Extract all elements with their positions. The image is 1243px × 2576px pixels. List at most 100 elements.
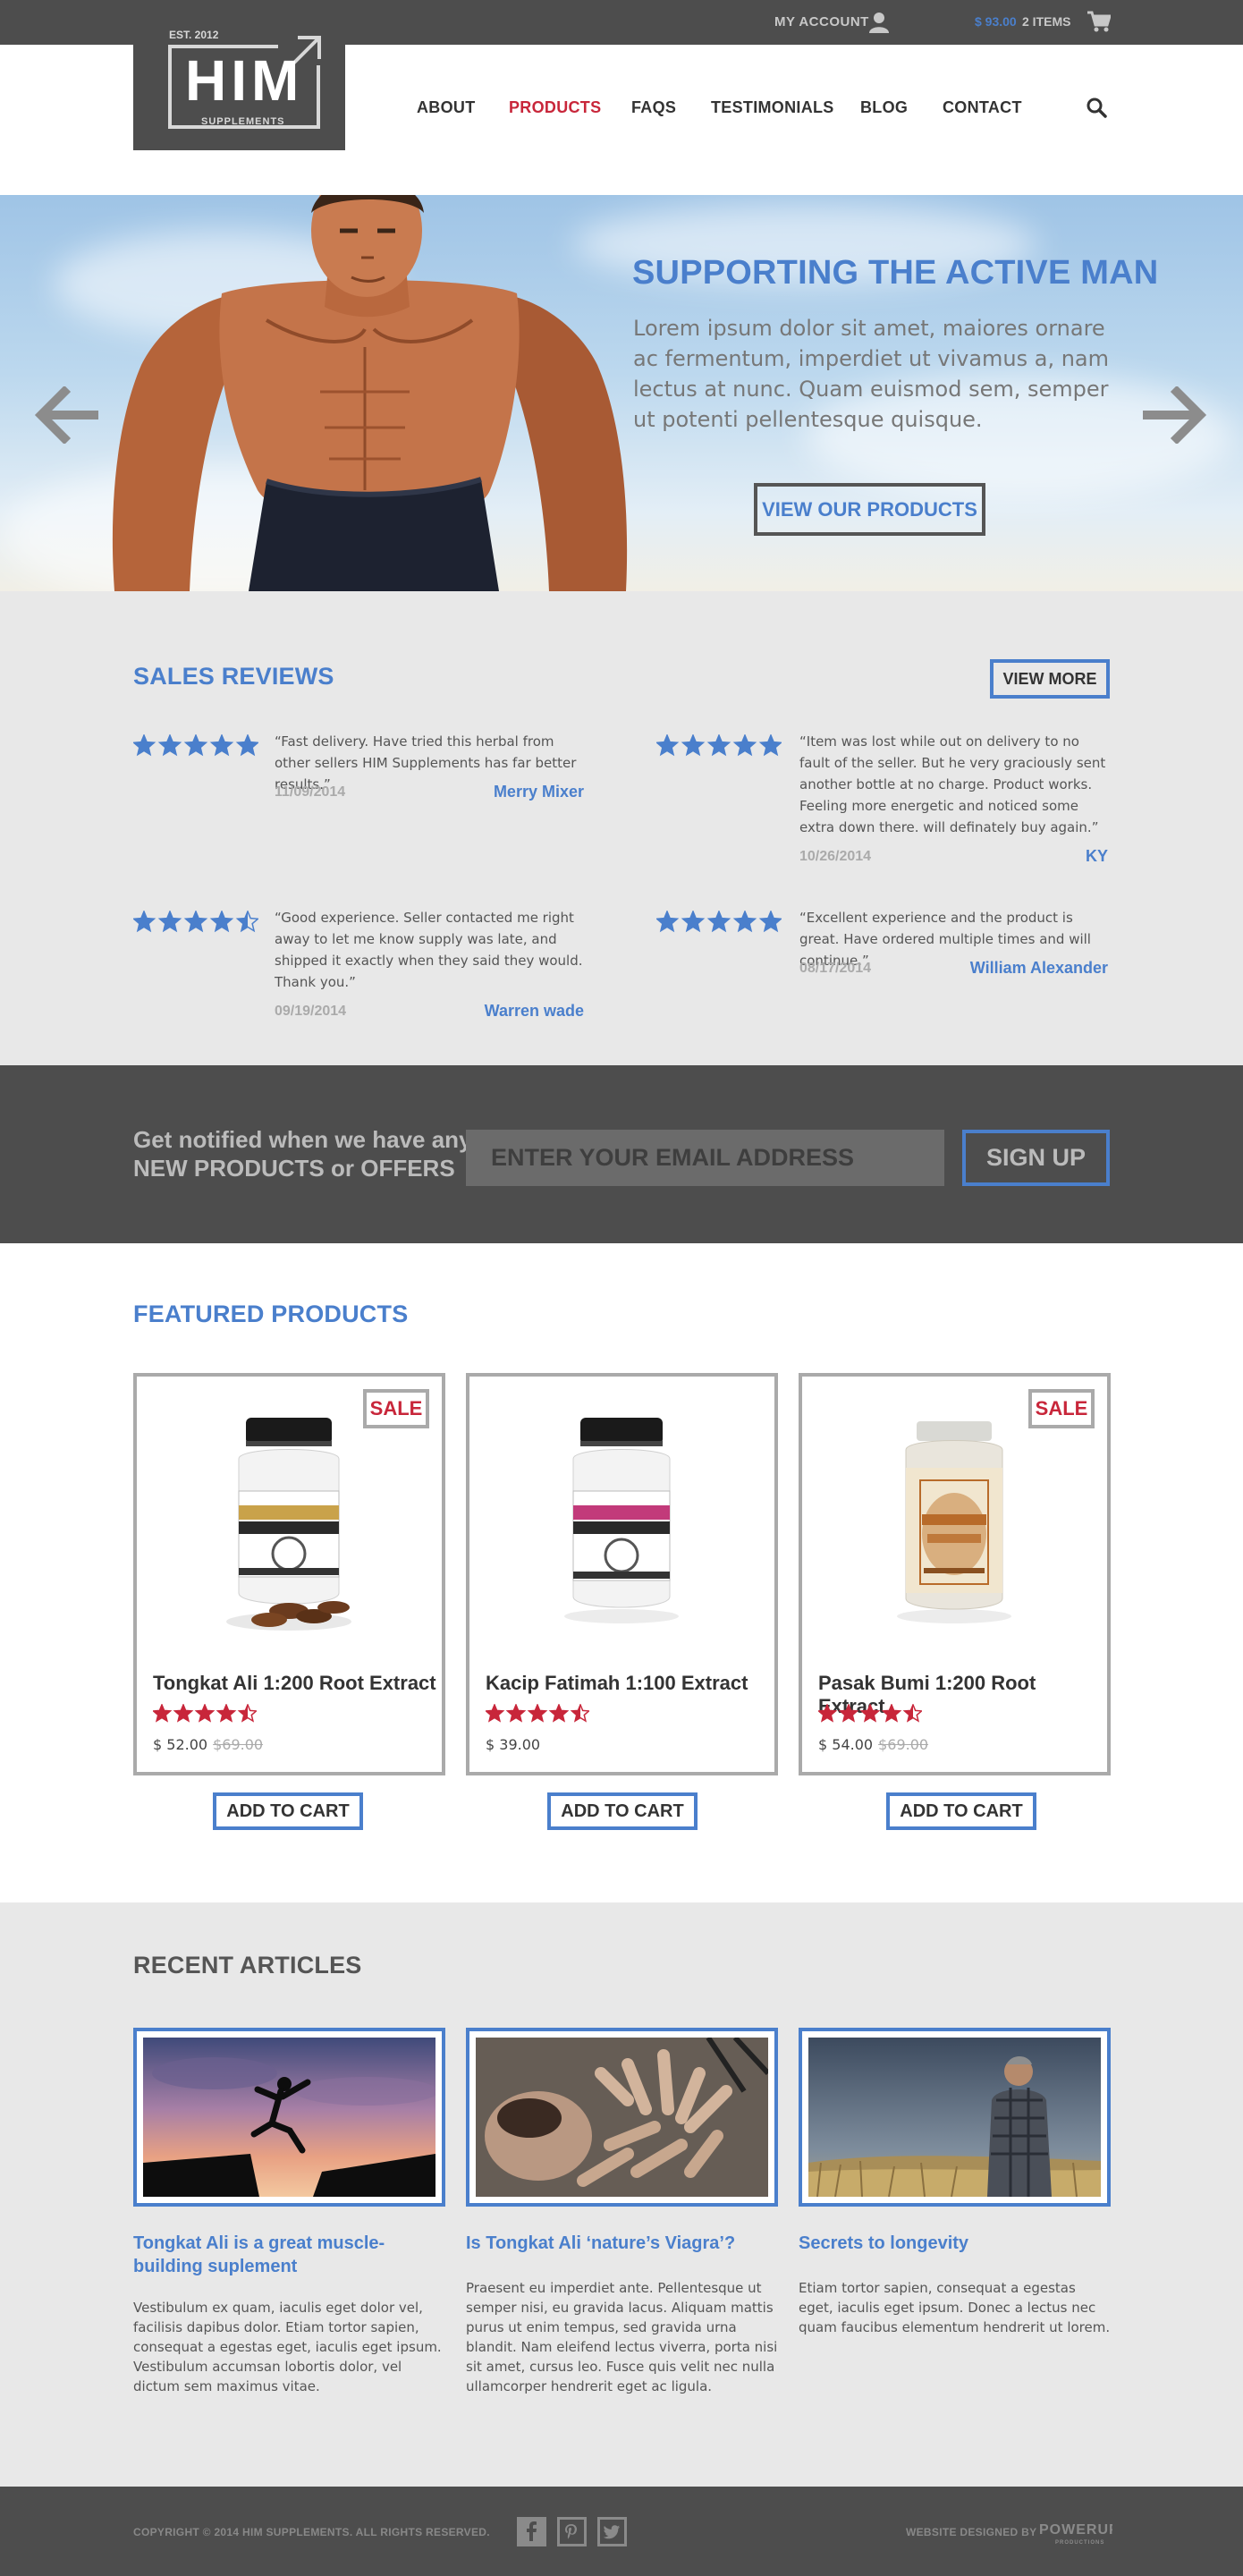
original-price: $69.00 <box>213 1736 264 1753</box>
arrow-right-icon[interactable] <box>1143 386 1207 444</box>
brand-logo[interactable]: EST. 2012 HIM SUPPLEMENTS <box>133 16 345 150</box>
product-card[interactable]: SALE Pasak Bumi 1:200 Root Extract $ 54.… <box>799 1373 1111 1775</box>
section-title-reviews: SALES REVIEWS <box>133 663 334 690</box>
article-image[interactable] <box>799 2028 1111 2207</box>
review-quote: “Item was lost while out on delivery to … <box>799 733 1106 835</box>
review-date: 08/17/2014 <box>799 961 872 976</box>
powerup-logo[interactable]: POWERUP PRODUCTIONS <box>1039 2519 1112 2546</box>
star-icon <box>708 911 730 931</box>
product-bottle-image <box>897 1421 1011 1623</box>
logo-tagline: SUPPLEMENTS <box>201 116 285 127</box>
review-date: 11/09/2014 <box>275 784 346 800</box>
product-rating-4-5 <box>818 1704 922 1723</box>
article-excerpt: Praesent eu imperdiet ante. Pellentesque… <box>466 2280 778 2394</box>
nav-products[interactable]: PRODUCTS <box>509 98 601 117</box>
star-icon <box>656 735 678 755</box>
user-icon[interactable] <box>869 12 889 33</box>
review-author[interactable]: Merry Mixer <box>387 783 584 801</box>
star-icon <box>682 735 704 755</box>
hero-athlete-image <box>112 195 628 591</box>
article-title[interactable]: Tongkat Ali is a great muscle-building s… <box>133 2232 445 2278</box>
star-rating-5 <box>656 911 782 933</box>
nav-blog[interactable]: BLOG <box>860 98 908 117</box>
view-more-button[interactable]: VIEW MORE <box>990 659 1110 699</box>
copyright-text: COPYRIGHT © 2014 HIM SUPPLEMENTS. ALL RI… <box>133 2526 490 2538</box>
star-icon <box>760 911 782 931</box>
star-icon <box>185 911 207 931</box>
star-icon <box>734 911 756 931</box>
add-to-cart-button[interactable]: ADD TO CART <box>547 1792 698 1830</box>
pinterest-icon[interactable] <box>557 2517 587 2546</box>
nav-contact[interactable]: CONTACT <box>943 98 1022 117</box>
product-card[interactable]: Kacip Fatimah 1:100 Extract $ 39.00 <box>466 1373 778 1775</box>
section-title-featured: FEATURED PRODUCTS <box>133 1301 409 1327</box>
sign-up-button[interactable]: SIGN UP <box>962 1130 1110 1186</box>
product-name[interactable]: Kacip Fatimah 1:100 Extract <box>486 1672 748 1695</box>
cart-item-count[interactable]: 2 ITEMS <box>1022 14 1070 29</box>
article-image[interactable] <box>133 2028 445 2207</box>
twitter-icon[interactable] <box>597 2517 627 2546</box>
review-author[interactable]: William Alexander <box>911 959 1108 978</box>
newsletter-text: Get notified when we have any <box>133 1126 472 1153</box>
view-products-button[interactable]: VIEW OUR PRODUCTS <box>754 483 985 536</box>
article-title[interactable]: Is Tongkat Ali ‘nature’s Viagra’? <box>466 2232 778 2255</box>
sunset-jumper-image <box>143 2038 435 2197</box>
newsletter-signup: Get notified when we have any NEW PRODUC… <box>0 1065 1243 1243</box>
product-price: $ 39.00 <box>486 1736 540 1753</box>
product-bottle-image <box>564 1418 679 1623</box>
shopping-cart-icon[interactable] <box>1087 11 1111 32</box>
hero-headline: SUPPORTING THE ACTIVE MAN <box>632 254 1159 292</box>
recent-articles-section: RECENT ARTICLES Tongkat Ali is a great m… <box>0 1902 1243 2487</box>
logo-wordmark: HIM <box>185 48 304 113</box>
star-icon <box>159 911 181 931</box>
article-image[interactable] <box>466 2028 778 2207</box>
current-price: $ 52.00 <box>153 1736 208 1753</box>
search-icon[interactable] <box>1086 97 1107 118</box>
powerup-wordmark: POWERUP <box>1039 2522 1112 2538</box>
hero-lead-text: Lorem ipsum dolor sit amet, maiores orna… <box>633 316 1110 432</box>
section-title-articles: RECENT ARTICLES <box>133 1952 362 1979</box>
current-price: $ 39.00 <box>486 1736 541 1753</box>
hands-man-image <box>476 2038 768 2197</box>
man-in-field-image <box>808 2038 1101 2197</box>
review-author[interactable]: KY <box>911 847 1108 866</box>
email-field[interactable] <box>466 1130 944 1186</box>
star-icon <box>237 735 258 755</box>
nav-faqs[interactable]: FAQS <box>631 98 676 117</box>
product-rating-4-5 <box>153 1704 257 1723</box>
arrow-left-icon[interactable] <box>34 386 98 444</box>
product-rating-4-5 <box>486 1704 589 1723</box>
add-to-cart-button[interactable]: ADD TO CART <box>886 1792 1036 1830</box>
current-price: $ 54.00 <box>818 1736 874 1753</box>
nav-testimonials[interactable]: TESTIMONIALS <box>711 98 834 117</box>
newsletter-text-strong: NEW PRODUCTS or OFFERS <box>133 1155 455 1182</box>
product-bottle-image <box>226 1418 351 1631</box>
star-icon <box>656 911 678 931</box>
product-card[interactable]: SALE Tongkat Ali 1:200 Root Extract $ 52… <box>133 1373 445 1775</box>
designed-by-text: WEBSITE DESIGNED BY <box>906 2526 1037 2538</box>
review-author[interactable]: Warren wade <box>387 1002 584 1021</box>
star-icon <box>734 735 756 755</box>
article-title[interactable]: Secrets to longevity <box>799 2232 1111 2255</box>
product-name[interactable]: Tongkat Ali 1:200 Root Extract <box>153 1672 436 1695</box>
nav-about[interactable]: ABOUT <box>417 98 476 117</box>
star-icon <box>133 735 155 755</box>
star-icon <box>159 735 181 755</box>
logo-established: EST. 2012 <box>169 29 219 41</box>
review-date: 10/26/2014 <box>799 849 872 864</box>
facebook-icon[interactable] <box>517 2517 546 2546</box>
star-icon <box>760 735 782 755</box>
cart-total[interactable]: $ 93.00 <box>975 14 1017 29</box>
star-icon <box>708 735 730 755</box>
star-icon <box>682 911 704 931</box>
star-icon <box>185 735 207 755</box>
star-rating-4-5 <box>133 911 258 933</box>
star-icon <box>133 911 155 931</box>
my-account-link[interactable]: MY ACCOUNT <box>774 14 869 30</box>
site-footer: COPYRIGHT © 2014 HIM SUPPLEMENTS. ALL RI… <box>0 2487 1243 2576</box>
product-price: $ 52.00 $69.00 <box>153 1736 263 1753</box>
add-to-cart-button[interactable]: ADD TO CART <box>213 1792 363 1830</box>
review-date: 09/19/2014 <box>275 1004 347 1019</box>
star-icon <box>211 911 233 931</box>
original-price: $69.00 <box>878 1736 929 1753</box>
